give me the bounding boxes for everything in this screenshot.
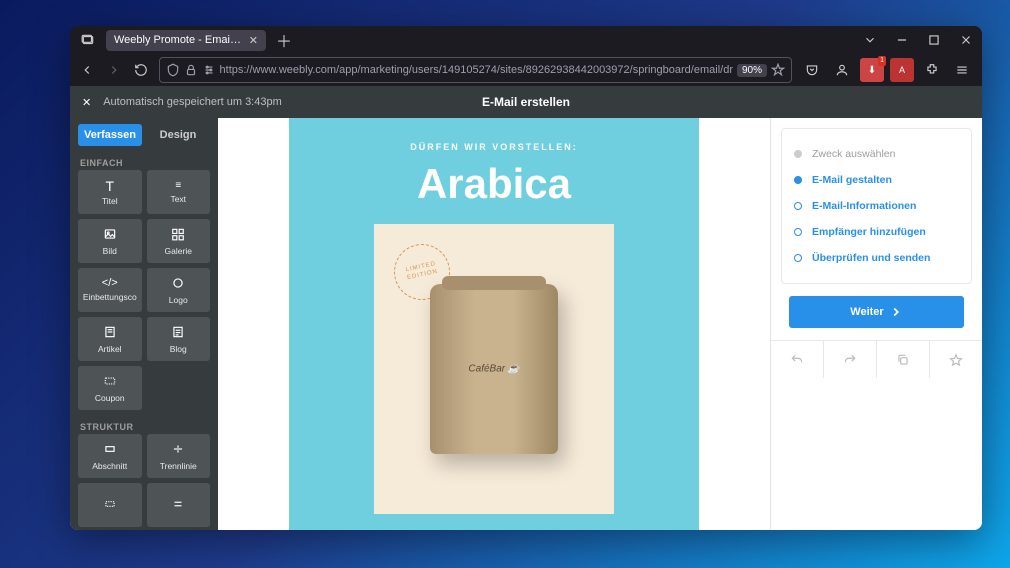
mode-tabs: Verfassen Design bbox=[70, 124, 218, 152]
blog-icon bbox=[171, 325, 185, 341]
app-header: ✕ Automatisch gespeichert um 3:43pm E-Ma… bbox=[70, 86, 982, 118]
pocket-icon[interactable] bbox=[800, 58, 824, 82]
divider-icon bbox=[171, 442, 185, 458]
forward-button[interactable] bbox=[105, 58, 124, 82]
zoom-badge[interactable]: 90% bbox=[737, 64, 767, 77]
widget-blog[interactable]: Blog bbox=[147, 317, 211, 361]
account-icon[interactable] bbox=[830, 58, 854, 82]
widget-more-1-icon bbox=[103, 497, 117, 513]
dropdown-icon[interactable] bbox=[862, 33, 878, 47]
widget-more-2-icon bbox=[171, 497, 185, 513]
image-icon bbox=[103, 227, 117, 243]
section-icon bbox=[103, 442, 117, 458]
product-brand: CaféBar☕ bbox=[468, 364, 519, 375]
widget-article[interactable]: Artikel bbox=[78, 317, 142, 361]
extensions-icon[interactable] bbox=[920, 58, 944, 82]
browser-tab[interactable]: Weebly Promote - Email Creation M ✕ bbox=[106, 30, 266, 51]
extension-1-icon[interactable]: ⬇1 bbox=[860, 58, 884, 82]
recent-tabs-icon[interactable] bbox=[78, 30, 98, 50]
article-icon bbox=[103, 325, 117, 341]
url-text: https://www.weebly.com/app/marketing/use… bbox=[220, 64, 733, 76]
close-editor-button[interactable]: ✕ bbox=[82, 96, 91, 109]
new-tab-button[interactable]: ＋ bbox=[274, 28, 294, 52]
gallery-icon bbox=[171, 227, 185, 243]
tab-title: Weebly Promote - Email Creation M bbox=[114, 34, 243, 46]
email-eyebrow: DÜRFEN WIR VORSTELLEN: bbox=[410, 142, 578, 152]
widget-section[interactable]: Abschnitt bbox=[78, 434, 142, 478]
browser-titlebar: Weebly Promote - Email Creation M ✕ ＋ bbox=[70, 26, 982, 54]
step-dot-icon bbox=[794, 228, 802, 236]
title-icon: T bbox=[105, 179, 114, 193]
address-bar[interactable]: https://www.weebly.com/app/marketing/use… bbox=[159, 57, 792, 83]
email-canvas[interactable]: DÜRFEN WIR VORSTELLEN: Arabica LIMITED E… bbox=[218, 118, 770, 530]
email-headline: Arabica bbox=[417, 160, 571, 208]
widget-divider[interactable]: Trennlinie bbox=[147, 434, 211, 478]
tab-compose[interactable]: Verfassen bbox=[78, 124, 142, 146]
shield-icon bbox=[166, 63, 180, 77]
chevron-right-icon bbox=[889, 305, 903, 319]
section-structure: STRUKTUR bbox=[70, 416, 218, 434]
tab-close-icon[interactable]: ✕ bbox=[249, 34, 258, 47]
minimize-button[interactable] bbox=[894, 33, 910, 47]
widget-image[interactable]: Bild bbox=[78, 219, 142, 263]
browser-toolbar: https://www.weebly.com/app/marketing/use… bbox=[70, 54, 982, 86]
widget-embed[interactable]: </>Einbettungsco bbox=[78, 268, 142, 312]
text-icon: ≡ bbox=[175, 181, 181, 191]
favorite-button[interactable] bbox=[930, 341, 982, 378]
step-dot-icon bbox=[794, 150, 802, 158]
step-info[interactable]: E-Mail-Informationen bbox=[792, 193, 961, 219]
extension-2-icon[interactable]: A bbox=[890, 58, 914, 82]
embed-icon: </> bbox=[102, 278, 118, 289]
tab-design[interactable]: Design bbox=[146, 124, 210, 146]
logo-icon bbox=[171, 276, 185, 292]
permissions-icon[interactable] bbox=[202, 63, 216, 77]
step-recipients[interactable]: Empfänger hinzufügen bbox=[792, 219, 961, 245]
widget-coupon[interactable]: Coupon bbox=[78, 366, 142, 410]
email-preview: DÜRFEN WIR VORSTELLEN: Arabica LIMITED E… bbox=[289, 118, 699, 530]
widget-title[interactable]: TTitel bbox=[78, 170, 142, 214]
action-bar bbox=[771, 340, 982, 378]
widget-text[interactable]: ≡Text bbox=[147, 170, 211, 214]
close-window-button[interactable] bbox=[958, 33, 974, 47]
step-design[interactable]: E-Mail gestalten bbox=[792, 167, 961, 193]
step-dot-icon bbox=[794, 176, 802, 184]
step-purpose[interactable]: Zweck auswählen bbox=[792, 141, 961, 167]
widget-gallery[interactable]: Galerie bbox=[147, 219, 211, 263]
redo-button[interactable] bbox=[824, 341, 877, 378]
step-review[interactable]: Überprüfen und senden bbox=[792, 245, 961, 271]
product-bag: CaféBar☕ bbox=[430, 284, 558, 454]
reload-button[interactable] bbox=[132, 58, 151, 82]
step-dot-icon bbox=[794, 202, 802, 210]
page-title: E-Mail erstellen bbox=[482, 95, 570, 109]
continue-button[interactable]: Weiter bbox=[789, 296, 964, 328]
back-button[interactable] bbox=[78, 58, 97, 82]
maximize-button[interactable] bbox=[926, 33, 942, 47]
widget-more-2[interactable] bbox=[147, 483, 211, 527]
widget-more-1[interactable] bbox=[78, 483, 142, 527]
app-content: ✕ Automatisch gespeichert um 3:43pm E-Ma… bbox=[70, 86, 982, 530]
bookmark-star-icon[interactable] bbox=[771, 63, 785, 77]
duplicate-button[interactable] bbox=[877, 341, 930, 378]
sidebar: Verfassen Design EINFACH TTitel ≡Text Bi… bbox=[70, 118, 218, 530]
widget-logo[interactable]: Logo bbox=[147, 268, 211, 312]
cup-icon: ☕ bbox=[507, 364, 519, 375]
coupon-icon bbox=[103, 374, 117, 390]
steps-list: Zweck auswählen E-Mail gestalten E-Mail-… bbox=[781, 128, 972, 284]
browser-window: Weebly Promote - Email Creation M ✕ ＋ ht… bbox=[70, 26, 982, 530]
undo-button[interactable] bbox=[771, 341, 824, 378]
lock-icon bbox=[184, 63, 198, 77]
step-dot-icon bbox=[794, 254, 802, 262]
autosave-status: Automatisch gespeichert um 3:43pm bbox=[103, 96, 282, 108]
section-simple: EINFACH bbox=[70, 152, 218, 170]
right-panel: Zweck auswählen E-Mail gestalten E-Mail-… bbox=[770, 118, 982, 530]
product-card: LIMITED EDITION CaféBar☕ bbox=[374, 224, 614, 514]
menu-icon[interactable] bbox=[950, 58, 974, 82]
